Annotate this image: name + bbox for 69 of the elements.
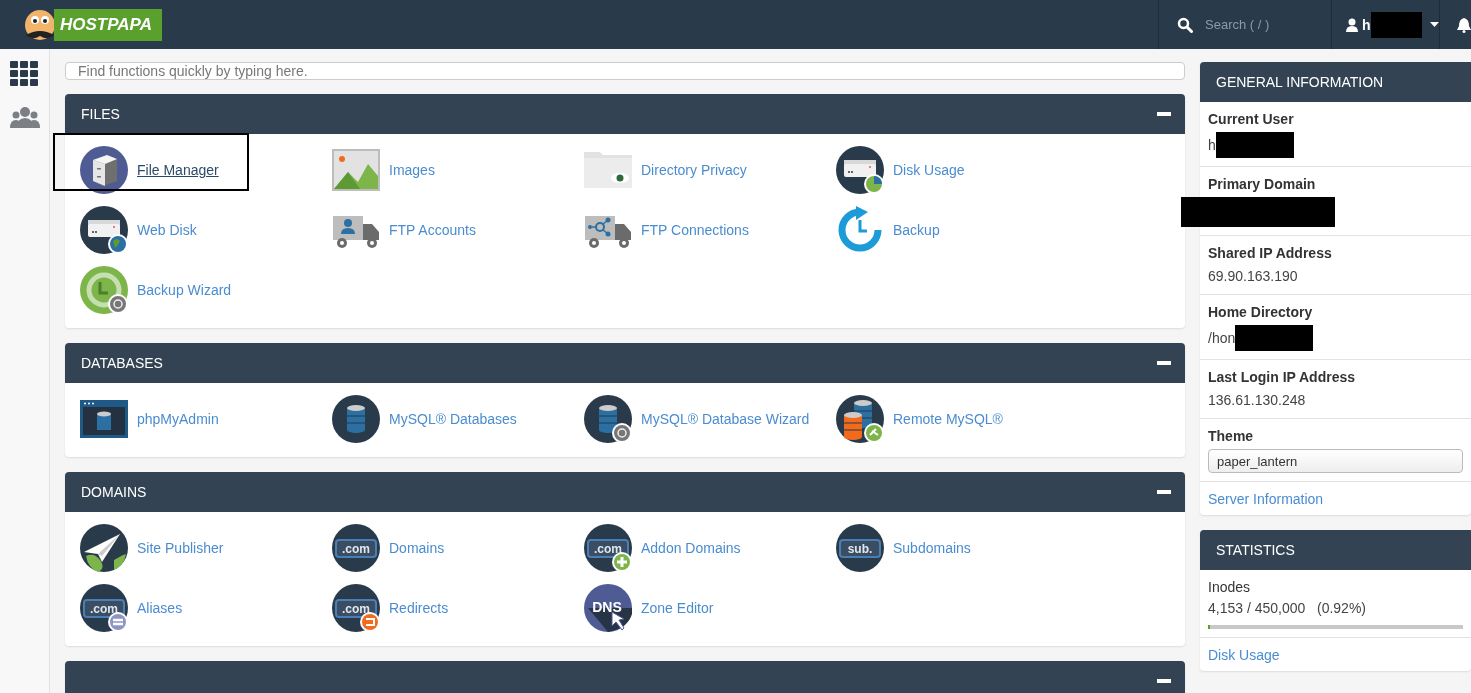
section-header[interactable]: DATABASES: [65, 343, 1185, 383]
function-link[interactable]: Web Disk: [137, 222, 197, 238]
section-header[interactable]: FILES: [65, 94, 1185, 134]
search-icon: [1177, 16, 1193, 33]
image-icon[interactable]: [332, 146, 380, 194]
info-value: h: [1208, 137, 1216, 153]
function-link[interactable]: Subdomains: [893, 540, 971, 556]
function-link[interactable]: Addon Domains: [641, 540, 741, 556]
grid-icon[interactable]: [9, 61, 40, 86]
function-link[interactable]: Aliases: [137, 600, 183, 616]
info-label: Shared IP Address: [1208, 245, 1333, 261]
info-label: Primary Domain: [1208, 176, 1317, 192]
theme-select[interactable]: paper_lantern: [1208, 449, 1463, 473]
info-link[interactable]: Server Information: [1208, 491, 1463, 507]
info-value: /hon: [1208, 330, 1236, 346]
function-link[interactable]: phpMyAdmin: [137, 411, 219, 427]
info-value: 4,153 / 450,000 (0.92%): [1208, 600, 1367, 616]
info-link[interactable]: Disk Usage: [1208, 647, 1463, 663]
search-field[interactable]: Search ( / ): [1203, 16, 1327, 33]
info-value: 136.61.130.248: [1208, 392, 1306, 408]
function-link[interactable]: Images: [389, 162, 435, 178]
domain-redirect-icon[interactable]: .com: [332, 584, 380, 632]
section-title: FILES: [81, 106, 120, 122]
function-link[interactable]: Remote MySQL®: [893, 411, 1003, 427]
function-link[interactable]: FTP Connections: [641, 222, 749, 238]
info-value: 69.90.163.190: [1208, 268, 1298, 284]
domain-plus-icon[interactable]: .com: [584, 524, 632, 572]
user-icon: [1346, 17, 1358, 32]
info-label: Last Login IP Address: [1208, 369, 1357, 385]
section-header[interactable]: DOMAINS: [65, 472, 1185, 512]
bell-icon[interactable]: [1457, 16, 1471, 33]
dns-cursor-icon[interactable]: DNS: [584, 584, 632, 632]
server-pie-icon[interactable]: [836, 146, 884, 194]
database-plug-icon[interactable]: [836, 395, 884, 443]
section-title: DATABASES: [81, 355, 163, 371]
function-link[interactable]: FTP Accounts: [389, 222, 476, 238]
function-link[interactable]: MySQL® Databases: [389, 411, 517, 427]
function-link[interactable]: Backup Wizard: [137, 282, 232, 298]
circular-arrow-badge-icon[interactable]: [80, 266, 128, 314]
section-title: DOMAINS: [81, 484, 147, 500]
function-link[interactable]: Redirects: [389, 600, 449, 616]
domain-icon[interactable]: .com: [332, 524, 380, 572]
users-icon[interactable]: [9, 106, 40, 131]
info-label: Inodes: [1208, 579, 1252, 595]
function-link[interactable]: Zone Editor: [641, 600, 714, 616]
function-link[interactable]: Domains: [389, 540, 445, 556]
user-menu[interactable]: h: [1332, 0, 1440, 49]
info-label: Home Directory: [1208, 304, 1314, 320]
info-label: Current User: [1208, 111, 1295, 127]
function-link[interactable]: File Manager: [137, 162, 219, 178]
caret-icon: [1430, 22, 1439, 27]
domain-equals-icon[interactable]: .com: [80, 584, 128, 632]
database-badge-icon[interactable]: [584, 395, 632, 443]
info-label: Theme: [1208, 428, 1255, 444]
function-link[interactable]: Disk Usage: [893, 162, 965, 178]
function-link[interactable]: Backup: [893, 222, 940, 238]
database-icon[interactable]: [332, 395, 380, 443]
search-field[interactable]: Find functions quickly by typing here.: [65, 62, 1185, 80]
logo-text[interactable]: HOSTPAPA: [54, 8, 162, 41]
paper-plane-globe-icon[interactable]: [80, 524, 128, 572]
circular-arrow-icon[interactable]: [836, 206, 884, 254]
panel-header: STATISTICS: [1200, 530, 1471, 570]
server-globe-icon[interactable]: [80, 206, 128, 254]
function-link[interactable]: Site Publisher: [137, 540, 224, 556]
function-link[interactable]: MySQL® Database Wizard: [641, 411, 810, 427]
function-link[interactable]: Directory Privacy: [641, 162, 747, 178]
panel-header: GENERAL INFORMATION: [1200, 62, 1471, 102]
file-cabinet-icon[interactable]: [80, 146, 128, 194]
subdomain-icon[interactable]: sub.: [836, 524, 884, 572]
